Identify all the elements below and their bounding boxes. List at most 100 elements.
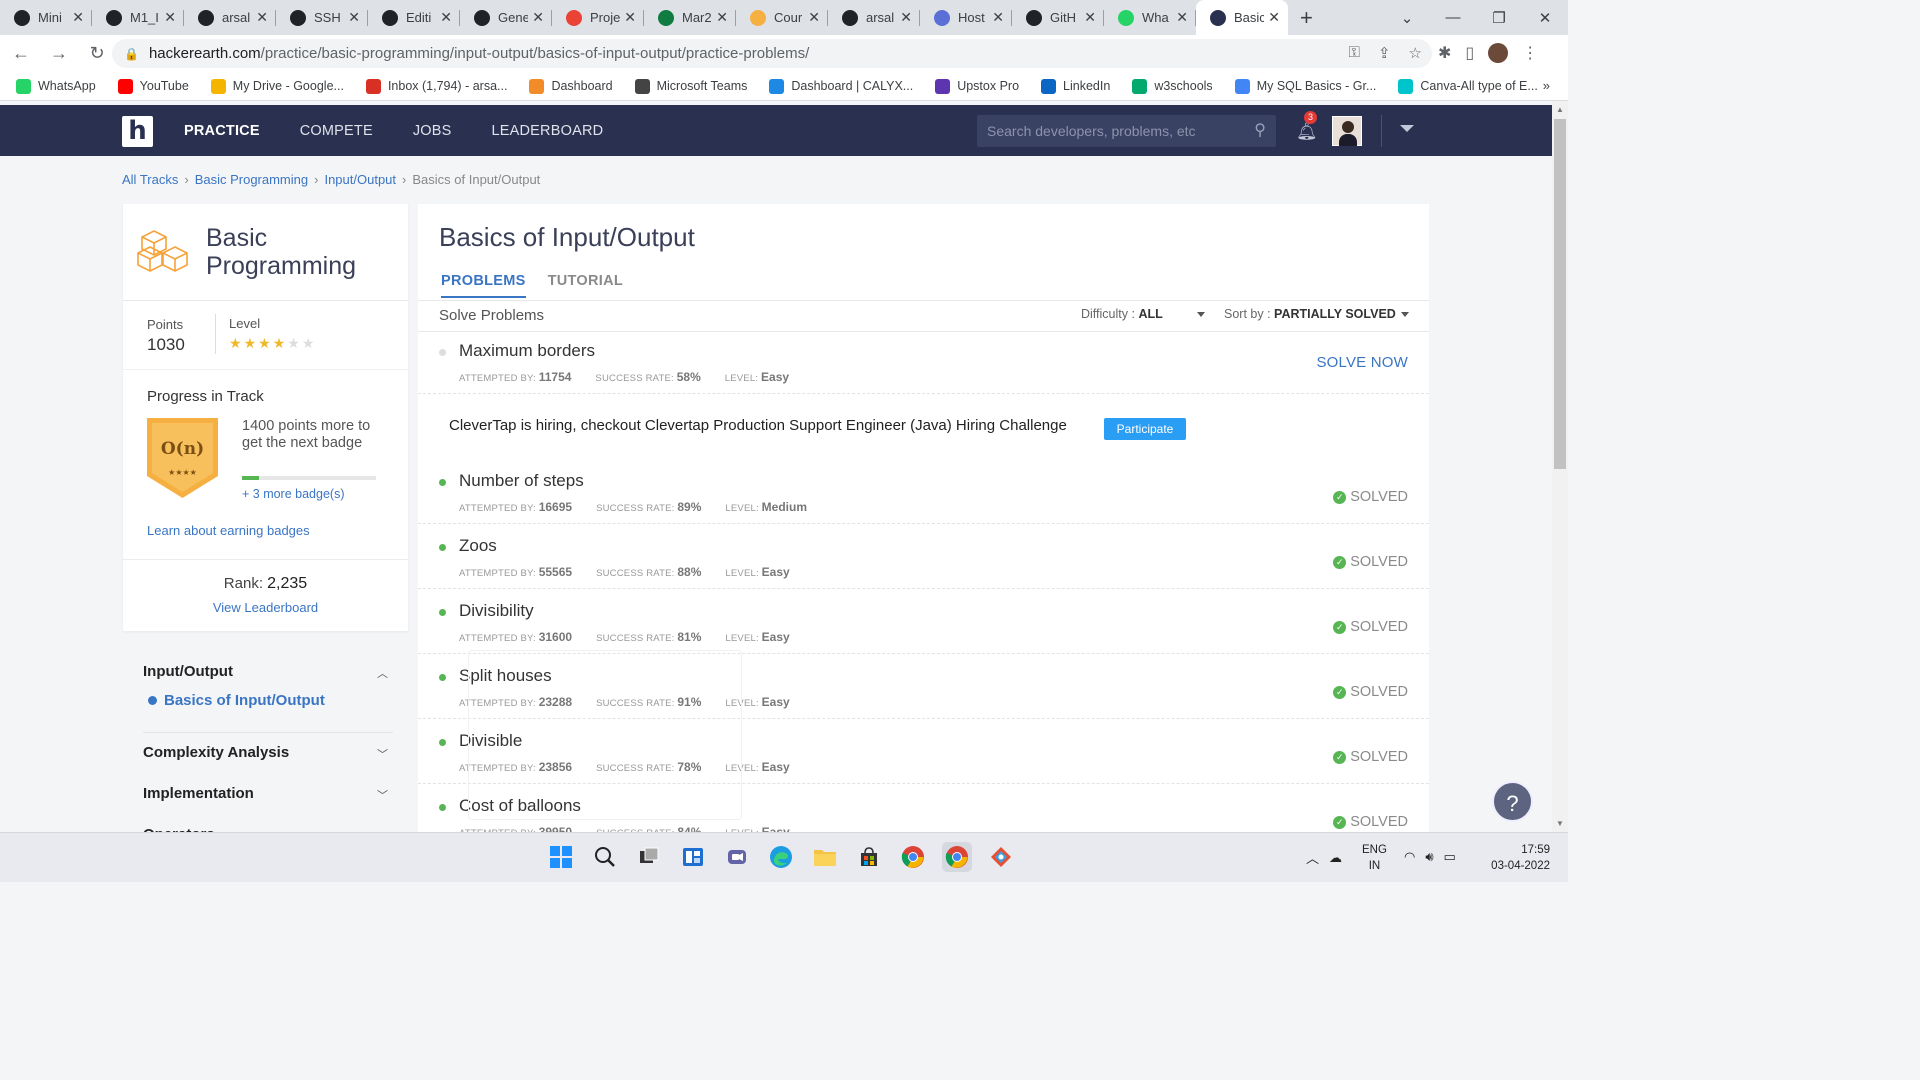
nav-leaderboard[interactable]: LEADERBOARD [492,123,604,139]
breadcrumb-input-output[interactable]: Input/Output [324,172,396,187]
browser-tab[interactable]: Mar2 ✕ [644,0,736,35]
tab-search-icon[interactable]: ⌄ [1384,9,1430,27]
nav-compete[interactable]: COMPETE [300,123,373,139]
profile-avatar[interactable] [1488,43,1509,63]
back-icon[interactable]: ← [4,43,38,64]
user-avatar[interactable] [1332,116,1362,146]
account-menu-caret-icon[interactable] [1400,125,1414,132]
start-icon[interactable] [546,842,576,872]
close-tab-icon[interactable]: ✕ [1268,9,1280,26]
chevron-down-icon[interactable]: ﹀ [377,787,388,803]
problem-name[interactable]: Number of steps [459,471,584,491]
new-tab-icon[interactable]: + [1300,0,1313,35]
browser-tab[interactable]: M1_I ✕ [92,0,184,35]
close-window-icon[interactable]: ✕ [1522,9,1568,27]
git-app-icon[interactable] [986,842,1016,872]
help-button[interactable]: ? [1492,781,1533,822]
close-tab-icon[interactable]: ✕ [808,9,820,26]
file-explorer-icon[interactable] [810,842,840,872]
browser-tab[interactable]: arsal ✕ [184,0,276,35]
browser-tab[interactable]: GitH ✕ [1012,0,1104,35]
breadcrumb-all-tracks[interactable]: All Tracks [122,172,178,187]
close-tab-icon[interactable]: ✕ [440,9,452,26]
problem-name[interactable]: Zoos [459,536,497,556]
chevron-up-icon[interactable]: ︿ [1306,848,1319,867]
bookmark-item[interactable]: My Drive - Google... [210,78,344,94]
bookmark-item[interactable]: Dashboard [529,78,613,94]
reload-icon[interactable]: ↻ [80,43,114,64]
browser-tab[interactable]: Basic ✕ [1196,0,1288,35]
tab-problems[interactable]: PROBLEMS [441,273,526,298]
topic-implementation[interactable]: Implementation [143,785,254,802]
problem-row[interactable]: Divisibility ATTEMPTED BY: 31600 SUCCESS R… [418,592,1429,657]
bookmark-item[interactable]: Microsoft Teams [634,78,747,94]
url-omnibox[interactable]: 🔒 hackerearth.com/practice/basic-program… [112,39,1432,68]
close-tab-icon[interactable]: ✕ [1084,9,1096,26]
learn-badges-link[interactable]: Learn about earning badges [147,523,310,538]
wifi-icon[interactable]: ◠ [1404,849,1415,865]
scrollbar-thumb[interactable] [1554,119,1566,469]
volume-icon[interactable]: 🔊︎ [1425,849,1433,865]
share-icon[interactable]: ⇪ [1378,44,1391,62]
browser-tab[interactable]: Host ✕ [920,0,1012,35]
search-icon[interactable]: ⚲ [1254,115,1266,147]
close-tab-icon[interactable]: ✕ [624,9,636,26]
problem-row[interactable]: Maximum borders ATTEMPTED BY: 11754 SUCCES… [418,332,1429,397]
problem-row[interactable]: Zoos ATTEMPTED BY: 55565 SUCCESS RATE: 88%… [418,527,1429,592]
chevron-up-icon[interactable]: ︿ [377,665,388,681]
topic-complexity-analysis[interactable]: Complexity Analysis [143,744,289,761]
more-bookmarks-icon[interactable]: » [1543,78,1550,93]
browser-tab[interactable]: Proje ✕ [552,0,644,35]
chrome-profile-icon[interactable] [942,842,972,872]
subtopic-basics-io[interactable]: Basics of Input/Output [148,692,325,709]
problem-name[interactable]: Maximum borders [459,341,595,361]
chrome-icon[interactable] [898,842,928,872]
page-scrollbar[interactable]: ▲ ▼ [1552,101,1568,832]
bookmark-item[interactable]: Upstox Pro [935,78,1019,94]
tab-tutorial[interactable]: TUTORIAL [548,273,623,298]
breadcrumb-basic-programming[interactable]: Basic Programming [195,172,308,187]
browser-tab[interactable]: Editi ✕ [368,0,460,35]
bookmark-item[interactable]: Dashboard | CALYX... [769,78,913,94]
forward-icon[interactable]: → [42,43,76,64]
more-badges-link[interactable]: + 3 more badge(s) [242,487,344,501]
bookmark-item[interactable]: w3schools [1132,78,1213,94]
browser-tab[interactable]: Gene ✕ [460,0,552,35]
topic-input-output[interactable]: Input/Output [143,663,233,680]
browser-tab[interactable]: Cour ✕ [736,0,828,35]
bookmark-item[interactable]: Canva-All type of E... [1398,78,1538,94]
problem-name[interactable]: Divisibility [459,601,534,621]
task-view-icon[interactable] [634,842,664,872]
bookmark-star-icon[interactable]: ☆ [1409,44,1422,62]
close-tab-icon[interactable]: ✕ [900,9,912,26]
taskbar-clock[interactable]: 17:59 03-04-2022 [1482,842,1550,874]
browser-menu-icon[interactable]: ⋮ [1522,43,1538,63]
browser-tab[interactable]: Wha ✕ [1104,0,1196,35]
scroll-down-icon[interactable]: ▼ [1556,819,1564,828]
restore-icon[interactable]: ❐ [1476,9,1522,27]
battery-icon[interactable]: ▭ [1444,849,1456,865]
site-search-input[interactable]: Search developers, problems, etc ⚲ [977,115,1276,147]
bookmark-item[interactable]: LinkedIn [1041,78,1110,94]
teams-chat-icon[interactable] [722,842,752,872]
widgets-icon[interactable] [678,842,708,872]
difficulty-filter[interactable]: Difficulty : ALL [1081,307,1163,321]
bookmark-item[interactable]: Inbox (1,794) - arsa... [365,78,507,94]
edge-icon[interactable] [766,842,796,872]
extensions-puzzle-icon[interactable]: ✱ [1438,43,1451,63]
nav-jobs[interactable]: JOBS [413,123,452,139]
bookmark-item[interactable]: WhatsApp [16,78,96,94]
scroll-up-icon[interactable]: ▲ [1556,105,1564,114]
minimize-icon[interactable]: — [1430,9,1476,26]
notification-bell-icon[interactable]: 🔔︎ [1296,122,1318,142]
hackerearth-logo[interactable]: h [122,116,153,147]
close-tab-icon[interactable]: ✕ [992,9,1004,26]
bookmark-item[interactable]: YouTube [117,78,189,94]
search-icon[interactable] [590,842,620,872]
participate-button[interactable]: Participate [1104,418,1186,440]
close-tab-icon[interactable]: ✕ [1176,9,1188,26]
close-tab-icon[interactable]: ✕ [532,9,544,26]
close-tab-icon[interactable]: ✕ [256,9,268,26]
chevron-down-icon[interactable]: ﹀ [377,746,388,762]
onedrive-cloud-icon[interactable]: ☁ [1329,850,1342,866]
